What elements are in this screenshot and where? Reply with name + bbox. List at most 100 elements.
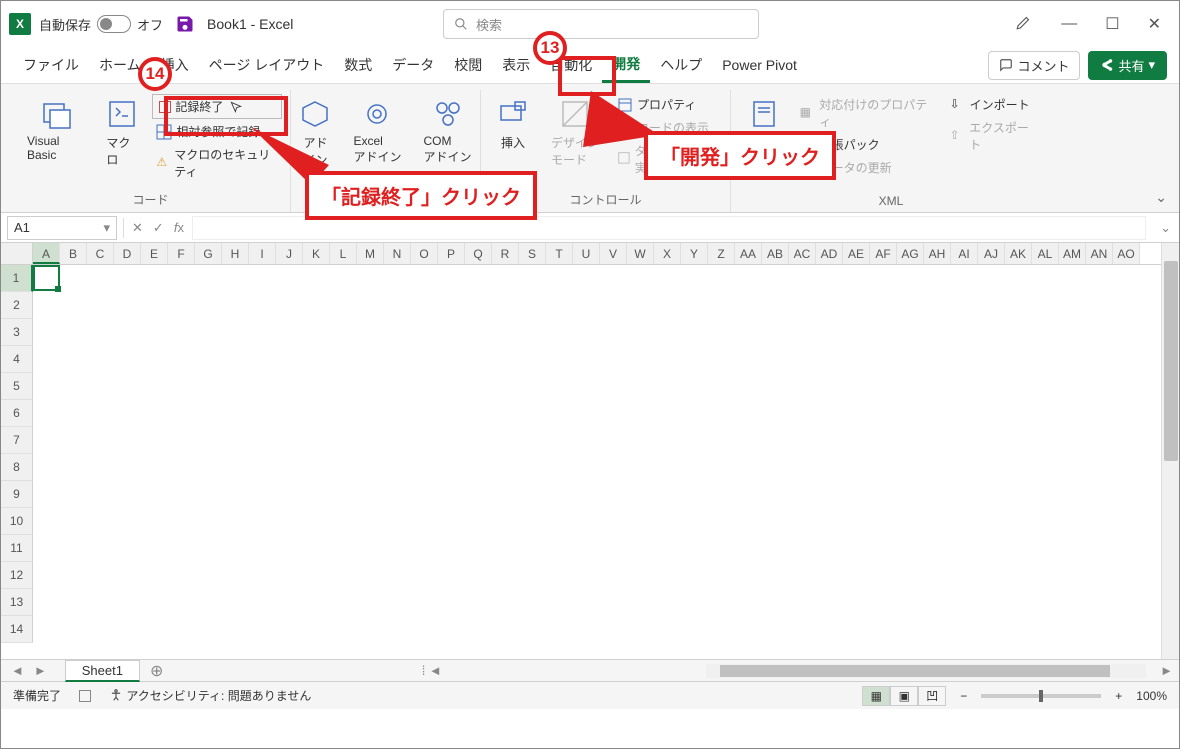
column-header[interactable]: L bbox=[330, 243, 357, 264]
scroll-thumb[interactable] bbox=[1164, 261, 1178, 461]
share-button[interactable]: 共有 ▾ bbox=[1088, 51, 1167, 80]
hscroll-right-icon[interactable]: ► bbox=[1154, 663, 1179, 678]
tab-pagelayout[interactable]: ページ レイアウト bbox=[199, 49, 335, 81]
column-header[interactable]: S bbox=[519, 243, 546, 264]
column-header[interactable]: Z bbox=[708, 243, 735, 264]
select-all-corner[interactable] bbox=[1, 243, 33, 264]
close-icon[interactable]: ✕ bbox=[1148, 14, 1161, 34]
row-header[interactable]: 9 bbox=[1, 481, 33, 508]
zoom-out-icon[interactable]: − bbox=[960, 689, 967, 703]
view-normal-icon[interactable]: ▦ bbox=[862, 686, 890, 706]
sheet-prev-icon[interactable]: ◄ bbox=[11, 663, 24, 678]
column-header[interactable]: AE bbox=[843, 243, 870, 264]
scroll-thumb[interactable] bbox=[720, 665, 1110, 677]
column-header[interactable]: T bbox=[546, 243, 573, 264]
column-header[interactable]: AK bbox=[1005, 243, 1032, 264]
column-header[interactable]: AG bbox=[897, 243, 924, 264]
spreadsheet-grid[interactable]: ABCDEFGHIJKLMNOPQRSTUVWXYZAAABACADAEAFAG… bbox=[1, 243, 1179, 659]
add-sheet-icon[interactable]: ⊕ bbox=[150, 661, 163, 681]
column-header[interactable]: D bbox=[114, 243, 141, 264]
column-header[interactable]: AL bbox=[1032, 243, 1059, 264]
row-header[interactable]: 5 bbox=[1, 373, 33, 400]
column-header[interactable]: E bbox=[141, 243, 168, 264]
column-header[interactable]: K bbox=[303, 243, 330, 264]
column-header[interactable]: C bbox=[87, 243, 114, 264]
macro-record-status-icon[interactable] bbox=[79, 690, 91, 702]
minimize-icon[interactable]: ― bbox=[1061, 15, 1077, 33]
row-header[interactable]: 14 bbox=[1, 616, 33, 643]
row-header[interactable]: 6 bbox=[1, 400, 33, 427]
comments-button[interactable]: コメント bbox=[988, 51, 1080, 80]
cancel-formula-icon[interactable]: ✕ bbox=[132, 220, 143, 236]
vertical-scrollbar[interactable] bbox=[1161, 243, 1179, 659]
column-header[interactable]: O bbox=[411, 243, 438, 264]
row-header[interactable]: 7 bbox=[1, 427, 33, 454]
row-header[interactable]: 4 bbox=[1, 346, 33, 373]
import-button[interactable]: ⇩ インポート bbox=[946, 94, 1043, 115]
column-header[interactable]: AO bbox=[1113, 243, 1140, 264]
excel-addins-button[interactable]: Excel アドイン bbox=[345, 94, 409, 169]
enter-formula-icon[interactable]: ✓ bbox=[153, 220, 164, 236]
column-header[interactable]: Q bbox=[465, 243, 492, 264]
column-header[interactable]: M bbox=[357, 243, 384, 264]
zoom-slider[interactable] bbox=[981, 694, 1101, 698]
save-icon[interactable] bbox=[175, 14, 195, 34]
row-header[interactable]: 10 bbox=[1, 508, 33, 535]
horizontal-scrollbar[interactable] bbox=[706, 664, 1146, 678]
row-header[interactable]: 1 bbox=[1, 265, 33, 292]
search-box[interactable]: 検索 bbox=[443, 9, 759, 39]
column-header[interactable]: AB bbox=[762, 243, 789, 264]
ribbon-collapse-icon[interactable]: ⌄ bbox=[1155, 189, 1167, 206]
column-header[interactable]: J bbox=[276, 243, 303, 264]
tab-powerpivot[interactable]: Power Pivot bbox=[712, 51, 807, 79]
fx-icon[interactable]: fx bbox=[174, 220, 184, 235]
column-header[interactable]: H bbox=[222, 243, 249, 264]
formula-expand-icon[interactable]: ⌄ bbox=[1152, 220, 1179, 236]
hscroll-left-icon[interactable]: ⁞ ◄ bbox=[422, 663, 448, 678]
column-header[interactable]: U bbox=[573, 243, 600, 264]
tab-view[interactable]: 表示 bbox=[492, 49, 540, 81]
accessibility-status[interactable]: アクセシビリティ: 問題ありません bbox=[109, 687, 311, 704]
ink-icon[interactable] bbox=[1015, 13, 1033, 36]
column-header[interactable]: B bbox=[60, 243, 87, 264]
tab-formulas[interactable]: 数式 bbox=[334, 49, 382, 81]
column-header[interactable]: AD bbox=[816, 243, 843, 264]
tab-review[interactable]: 校閲 bbox=[444, 49, 492, 81]
column-header[interactable]: AF bbox=[870, 243, 897, 264]
tab-help[interactable]: ヘルプ bbox=[650, 49, 712, 81]
column-header[interactable]: X bbox=[654, 243, 681, 264]
row-header[interactable]: 11 bbox=[1, 535, 33, 562]
export-button[interactable]: ⇧ エクスポート bbox=[946, 117, 1043, 155]
maximize-icon[interactable]: ☐ bbox=[1105, 14, 1119, 34]
tab-data[interactable]: データ bbox=[382, 49, 444, 81]
column-header[interactable]: P bbox=[438, 243, 465, 264]
column-header[interactable]: I bbox=[249, 243, 276, 264]
com-addins-button[interactable]: COM アドイン bbox=[416, 94, 480, 169]
column-header[interactable]: A bbox=[33, 243, 60, 264]
view-pagelayout-icon[interactable]: ▣ bbox=[890, 686, 918, 706]
column-header[interactable]: AA bbox=[735, 243, 762, 264]
name-box[interactable]: A1 ▾ bbox=[7, 216, 117, 240]
column-header[interactable]: Y bbox=[681, 243, 708, 264]
row-header[interactable]: 3 bbox=[1, 319, 33, 346]
view-pagebreak-icon[interactable]: 凹 bbox=[918, 686, 946, 706]
column-header[interactable]: W bbox=[627, 243, 654, 264]
column-header[interactable]: AI bbox=[951, 243, 978, 264]
column-header[interactable]: AN bbox=[1086, 243, 1113, 264]
autosave-toggle[interactable]: 自動保存 オフ bbox=[39, 15, 163, 34]
row-header[interactable]: 2 bbox=[1, 292, 33, 319]
row-header[interactable]: 8 bbox=[1, 454, 33, 481]
sheet-next-icon[interactable]: ► bbox=[34, 663, 47, 678]
column-header[interactable]: AM bbox=[1059, 243, 1086, 264]
zoom-in-icon[interactable]: + bbox=[1115, 689, 1122, 703]
visual-basic-button[interactable]: Visual Basic bbox=[19, 94, 92, 166]
insert-control-button[interactable]: 挿入 bbox=[489, 94, 537, 155]
row-header[interactable]: 12 bbox=[1, 562, 33, 589]
toggle-switch-icon[interactable] bbox=[97, 15, 131, 33]
sheet-tab-active[interactable]: Sheet1 bbox=[65, 660, 140, 682]
row-header[interactable]: 13 bbox=[1, 589, 33, 616]
chevron-down-icon[interactable]: ▾ bbox=[103, 220, 110, 236]
column-header[interactable]: AH bbox=[924, 243, 951, 264]
column-header[interactable]: AJ bbox=[978, 243, 1005, 264]
column-header[interactable]: AC bbox=[789, 243, 816, 264]
